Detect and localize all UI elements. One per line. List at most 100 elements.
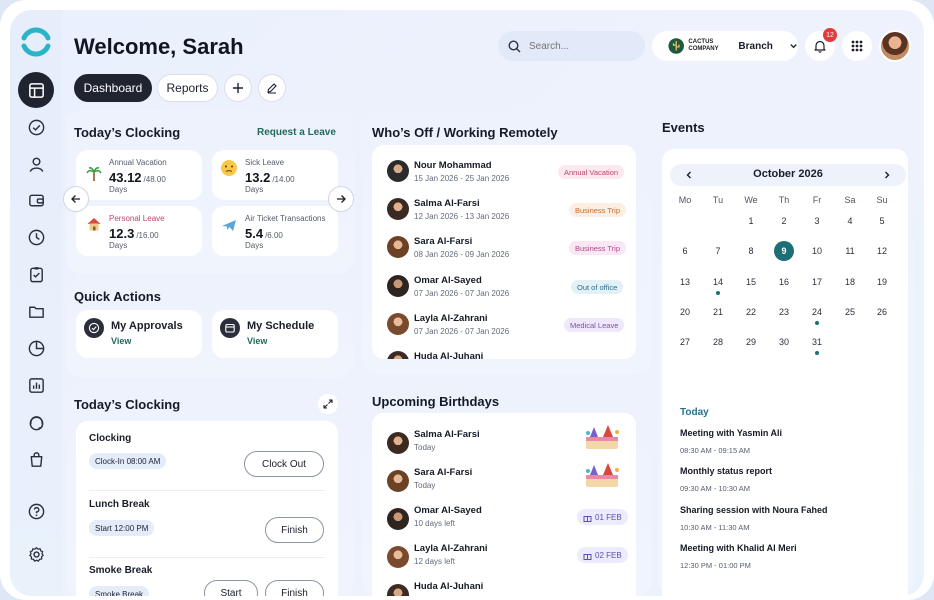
branch-label: Branch bbox=[738, 40, 773, 52]
nav-shop-button[interactable] bbox=[18, 441, 54, 477]
request-leave-link[interactable]: Request a Leave bbox=[257, 127, 336, 138]
nav-tasks-button[interactable] bbox=[18, 256, 54, 292]
quick-action-view-link[interactable]: View bbox=[247, 336, 267, 346]
calendar-day[interactable]: 23 bbox=[774, 302, 794, 322]
calendar-day[interactable]: 9 bbox=[774, 241, 794, 261]
finish-lunch-button[interactable]: Finish bbox=[265, 517, 324, 543]
leave-card-sick: Sick Leave 13.2/14.00 Days bbox=[212, 150, 338, 200]
nav-help-button[interactable] bbox=[18, 493, 54, 529]
status-badge: Medical Leave bbox=[564, 318, 625, 332]
calendar-day[interactable]: 4 bbox=[840, 211, 860, 231]
user-avatar[interactable] bbox=[879, 30, 911, 62]
my-approvals-card[interactable]: My Approvals View bbox=[76, 310, 202, 358]
calendar-day[interactable]: 11 bbox=[840, 241, 860, 261]
wallet-icon bbox=[28, 194, 44, 206]
event-title[interactable]: Sharing session with Noura Fahed bbox=[680, 505, 828, 515]
nav-analytics-button[interactable] bbox=[18, 330, 54, 366]
weekday-label: Mo bbox=[678, 195, 692, 205]
nav-reports-button[interactable] bbox=[18, 367, 54, 403]
calendar-day[interactable]: 26 bbox=[872, 302, 892, 322]
calendar-day[interactable]: 28 bbox=[708, 332, 728, 352]
whos-off-title: Who’s Off / Working Remotely bbox=[372, 125, 558, 140]
palm-tree-icon bbox=[86, 167, 102, 181]
arrow-left-icon bbox=[71, 195, 80, 203]
calendar-day[interactable]: 7 bbox=[708, 241, 728, 261]
bell-icon bbox=[814, 40, 826, 53]
cake-icon bbox=[586, 425, 619, 449]
calendar-day[interactable]: 18 bbox=[840, 272, 860, 292]
lunch-start-tag: Start 12:00 PM bbox=[89, 520, 155, 536]
edit-dashboard-button[interactable] bbox=[258, 74, 286, 102]
add-widget-button[interactable] bbox=[224, 74, 252, 102]
search-icon bbox=[508, 39, 521, 52]
calendar-day[interactable]: 17 bbox=[807, 272, 827, 292]
branch-selector[interactable]: CACTUS COMPANY Branch bbox=[652, 31, 798, 61]
calendar-day[interactable]: 20 bbox=[675, 302, 695, 322]
nav-support-button[interactable] bbox=[18, 404, 54, 440]
nav-settings-button[interactable] bbox=[18, 536, 54, 572]
nav-approvals-button[interactable] bbox=[18, 109, 54, 145]
headset-icon bbox=[29, 415, 43, 430]
status-badge: Out of office bbox=[571, 280, 624, 294]
quick-actions-title: Quick Actions bbox=[74, 289, 161, 304]
calendar-day[interactable]: 19 bbox=[872, 272, 892, 292]
event-time: 10:30 AM - 11:30 AM bbox=[680, 523, 750, 532]
avatar bbox=[387, 198, 409, 220]
notifications-button[interactable]: 12 bbox=[805, 28, 837, 61]
tab-dashboard[interactable]: Dashboard bbox=[74, 74, 152, 102]
calendar-day[interactable]: 21 bbox=[708, 302, 728, 322]
my-schedule-card[interactable]: My Schedule View bbox=[212, 310, 338, 358]
nav-wallet-button[interactable] bbox=[18, 182, 54, 218]
calendar-day[interactable]: 6 bbox=[675, 241, 695, 261]
calendar-day[interactable]: 14 bbox=[708, 272, 728, 292]
expand-button[interactable] bbox=[318, 394, 338, 414]
quick-action-view-link[interactable]: View bbox=[111, 336, 131, 346]
calendar-day[interactable]: 31 bbox=[807, 332, 827, 352]
expand-icon bbox=[323, 399, 333, 409]
event-title[interactable]: Monthly status report bbox=[680, 466, 772, 476]
person-name: Omar Al-Sayed bbox=[414, 275, 482, 286]
search-input[interactable] bbox=[529, 40, 629, 52]
calendar-day[interactable]: 12 bbox=[872, 241, 892, 261]
nav-dashboard-button[interactable] bbox=[18, 72, 54, 108]
calendar-day[interactable]: 2 bbox=[774, 211, 794, 231]
event-title[interactable]: Meeting with Khalid Al Meri bbox=[680, 543, 797, 553]
calendar-day[interactable]: 3 bbox=[807, 211, 827, 231]
event-title[interactable]: Meeting with Yasmin Ali bbox=[680, 428, 782, 438]
calendar-day[interactable]: 27 bbox=[675, 332, 695, 352]
finish-smoke-button[interactable]: Finish bbox=[265, 580, 324, 596]
clock-out-button[interactable]: Clock Out bbox=[244, 451, 324, 477]
person-name: Huda Al-Juhani bbox=[414, 351, 484, 359]
calendar-day[interactable]: 25 bbox=[840, 302, 860, 322]
calendar-day[interactable]: 29 bbox=[741, 332, 761, 352]
person-name: Nour Mohammad bbox=[414, 160, 492, 171]
tab-reports[interactable]: Reports bbox=[157, 74, 218, 102]
calendar-day[interactable]: 30 bbox=[774, 332, 794, 352]
chevron-down-icon bbox=[790, 44, 797, 49]
calendar-day[interactable]: 15 bbox=[741, 272, 761, 292]
calendar-day[interactable]: 5 bbox=[872, 211, 892, 231]
today-label: Today bbox=[680, 407, 709, 418]
calendar-day[interactable]: 24 bbox=[807, 302, 827, 322]
calendar-day[interactable]: 13 bbox=[675, 272, 695, 292]
calendar-day[interactable]: 16 bbox=[774, 272, 794, 292]
carousel-next-button[interactable] bbox=[328, 186, 354, 212]
chevron-right-icon[interactable] bbox=[882, 170, 892, 180]
calendar-day[interactable]: 10 bbox=[807, 241, 827, 261]
grid-icon bbox=[851, 40, 863, 52]
calendar-day[interactable]: 1 bbox=[741, 211, 761, 231]
nav-documents-button[interactable] bbox=[18, 293, 54, 329]
calendar-day[interactable]: 8 bbox=[741, 241, 761, 261]
search-bar[interactable] bbox=[498, 31, 645, 61]
nav-profile-button[interactable] bbox=[18, 146, 54, 182]
sidebar bbox=[10, 10, 62, 596]
clock-icon bbox=[28, 229, 44, 245]
user-icon bbox=[29, 157, 43, 172]
layout-icon bbox=[28, 82, 44, 98]
apps-menu-button[interactable] bbox=[842, 31, 872, 61]
nav-attendance-button[interactable] bbox=[18, 219, 54, 255]
leave-card-unit: Days bbox=[245, 241, 264, 250]
calendar-day[interactable]: 22 bbox=[741, 302, 761, 322]
start-smoke-button[interactable]: Start bbox=[204, 580, 258, 596]
carousel-prev-button[interactable] bbox=[63, 186, 89, 212]
